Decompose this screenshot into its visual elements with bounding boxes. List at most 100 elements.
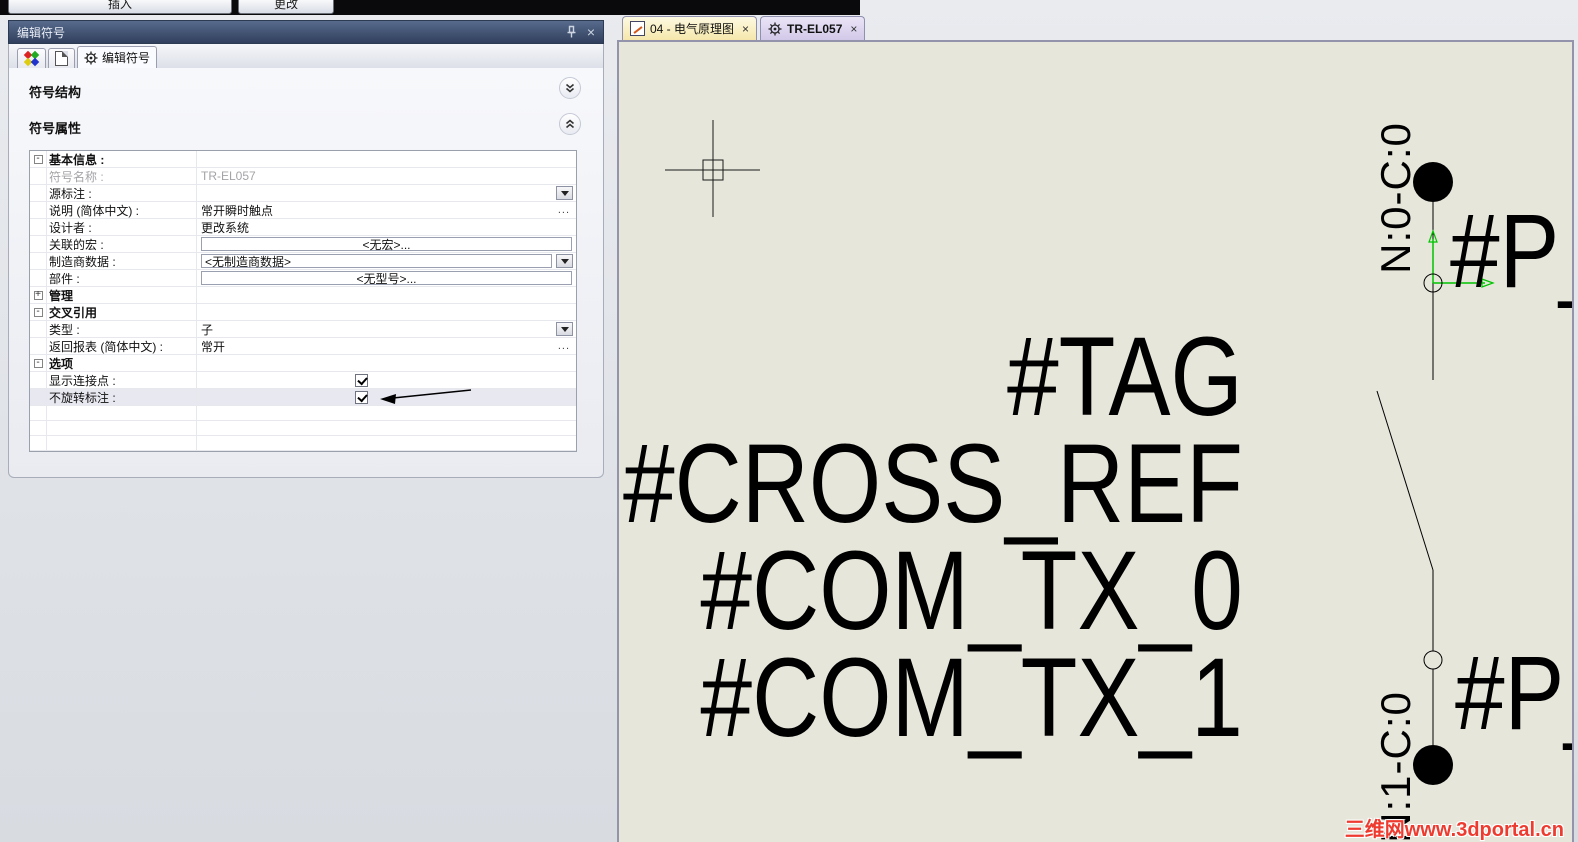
category-label: 选项	[47, 355, 197, 371]
designer-value: 更改系统	[201, 220, 250, 235]
placeholder-tag: #TAG	[1007, 314, 1243, 439]
connection-dot-top	[1413, 162, 1453, 202]
part-number-button[interactable]: <无型号>...	[201, 271, 572, 286]
property-label: 说明 (简体中文) :	[47, 202, 197, 218]
edit-symbol-panel: 编辑符号 × 编辑符号 符号结构 符号属性 - 基本信息: 符号名称: TR…	[8, 20, 604, 478]
ellipsis-button[interactable]: ...	[558, 340, 570, 352]
tab-edit-symbol-label: 编辑符号	[102, 51, 151, 65]
gear-icon	[768, 22, 782, 35]
property-label: 符号名称 :	[47, 168, 197, 184]
pin-label-top: N:0-C:0	[1372, 122, 1419, 274]
report-value: 常开	[201, 339, 226, 354]
category-label: 交叉引用	[47, 304, 197, 320]
page-tab[interactable]	[48, 48, 75, 68]
category-row: - 交叉引用	[30, 304, 576, 321]
property-row: 源标注 :	[30, 185, 576, 202]
insert-menu-button[interactable]: 插入	[8, 0, 232, 14]
close-icon[interactable]: ×	[742, 22, 749, 36]
port-placeholder-top: #P_	[1450, 193, 1572, 310]
dropdown-arrow-icon[interactable]	[556, 322, 573, 336]
tab-edit-symbol[interactable]: 编辑符号	[77, 46, 158, 68]
chevron-down-icon[interactable]	[559, 77, 581, 99]
panel-tabstrip: 编辑符号	[8, 44, 604, 68]
property-row: 符号名称 : TR-EL057	[30, 168, 576, 185]
placeholder-com-tx-1: #COM_TX_1	[700, 635, 1243, 760]
category-row: + 管理	[30, 287, 576, 304]
watermark: 三维网www.3dportal.cn	[1344, 819, 1564, 841]
property-grid: - 基本信息 : 符号名称 : TR-EL057 源标注 : 说明 (简体中文)…	[29, 150, 577, 452]
property-row: 制造商数据 : <无制造商数据>	[30, 253, 576, 270]
close-icon[interactable]: ×	[850, 22, 857, 36]
property-label: 不旋转标注 :	[47, 389, 197, 405]
property-row: 显示连接点 :	[30, 372, 576, 389]
description-field[interactable]: 常开瞬时触点 ...	[197, 202, 576, 218]
chevron-up-icon[interactable]	[559, 113, 581, 135]
color-diamonds-icon	[23, 50, 40, 67]
port-placeholder-bottom: #P_	[1455, 635, 1572, 752]
property-row: 关联的宏 : <无宏>...	[30, 236, 576, 253]
manufacturer-data-field[interactable]: <无制造商数据>	[201, 254, 552, 269]
property-label: 制造商数据 :	[47, 253, 197, 269]
schematic-page-icon	[630, 21, 645, 36]
symbol-name-value: TR-EL057	[201, 169, 256, 183]
gear-icon	[84, 51, 98, 64]
category-label: 管理	[47, 287, 197, 303]
property-label: 返回报表 (简体中文) :	[47, 338, 197, 354]
document-tabstrip: 04 - 电气原理图 × TR-EL057 ×	[617, 15, 1578, 40]
tab-symbol-editor[interactable]: TR-EL057 ×	[760, 16, 866, 40]
connection-circle-bottom	[1423, 650, 1443, 670]
category-row: - 选项	[30, 355, 576, 372]
property-row: 返回报表 (简体中文) : 常开 ...	[30, 338, 576, 355]
panel-titlebar: 编辑符号 ×	[8, 20, 604, 44]
section-symbol-properties: 符号属性	[29, 121, 82, 136]
expander-toggle[interactable]: -	[33, 357, 43, 368]
ellipsis-button[interactable]: ...	[558, 204, 570, 216]
expander-toggle[interactable]: -	[33, 153, 43, 164]
expander-toggle[interactable]: +	[33, 289, 43, 300]
tab-schematic-page[interactable]: 04 - 电气原理图 ×	[622, 16, 758, 40]
empty-row	[30, 421, 576, 436]
property-label: 关联的宏 :	[47, 236, 197, 252]
empty-row	[30, 406, 576, 421]
type-field[interactable]: 子	[197, 321, 576, 337]
page-icon	[55, 51, 68, 66]
show-connection-points-checkbox[interactable]	[355, 373, 368, 387]
property-label: 部件 :	[47, 270, 197, 286]
type-value: 子	[201, 322, 214, 337]
no-rotate-annotation-checkbox[interactable]	[355, 390, 368, 404]
symbol-editor-canvas[interactable]: #TAG #CROSS_REF #COM_TX_0 #COM_TX_1 #P_ …	[617, 40, 1574, 842]
property-label: 类型 :	[47, 321, 197, 337]
property-row-highlighted: 不旋转标注 :	[30, 389, 576, 406]
property-row: 设计者 : 更改系统	[30, 219, 576, 236]
tab-symbol-label: TR-EL057	[787, 21, 843, 36]
ribbon-strip: 插入 更改	[0, 0, 860, 15]
property-label: 源标注 :	[47, 185, 197, 201]
dropdown-arrow-icon[interactable]	[556, 254, 573, 268]
empty-row	[30, 436, 576, 451]
placeholder-cross-ref: #CROSS_REF	[623, 421, 1243, 546]
attribute-placeholders: #TAG #CROSS_REF #COM_TX_0 #COM_TX_1	[619, 314, 1243, 760]
report-field[interactable]: 常开 ...	[197, 338, 576, 354]
dropdown-arrow-icon[interactable]	[556, 186, 573, 200]
property-row: 类型 : 子	[30, 321, 576, 338]
property-label: 显示连接点 :	[47, 372, 197, 388]
pin-icon[interactable]	[566, 25, 577, 39]
category-label: 基本信息 :	[47, 151, 197, 167]
expander-toggle[interactable]: -	[33, 306, 43, 317]
source-tag-field[interactable]	[197, 185, 576, 201]
designer-field[interactable]: 更改系统	[197, 219, 576, 235]
workspace-tab[interactable]	[17, 48, 46, 68]
panel-title-text: 编辑符号	[17, 25, 66, 40]
macro-button[interactable]: <无宏>...	[201, 237, 572, 252]
crosshair-cursor	[665, 120, 760, 217]
placeholder-com-tx-0: #COM_TX_0	[700, 528, 1243, 653]
connection-dot-bottom	[1413, 745, 1453, 785]
contact-blade-line	[1376, 390, 1434, 571]
property-row: 部件 : <无型号>...	[30, 270, 576, 287]
property-row: 说明 (简体中文) : 常开瞬时触点 ...	[30, 202, 576, 219]
modify-menu-button[interactable]: 更改	[238, 0, 334, 14]
section-symbol-structure: 符号结构	[29, 85, 82, 100]
close-icon[interactable]: ×	[587, 25, 595, 39]
category-row: - 基本信息 :	[30, 151, 576, 168]
tab-schematic-label: 04 - 电气原理图	[650, 22, 735, 36]
